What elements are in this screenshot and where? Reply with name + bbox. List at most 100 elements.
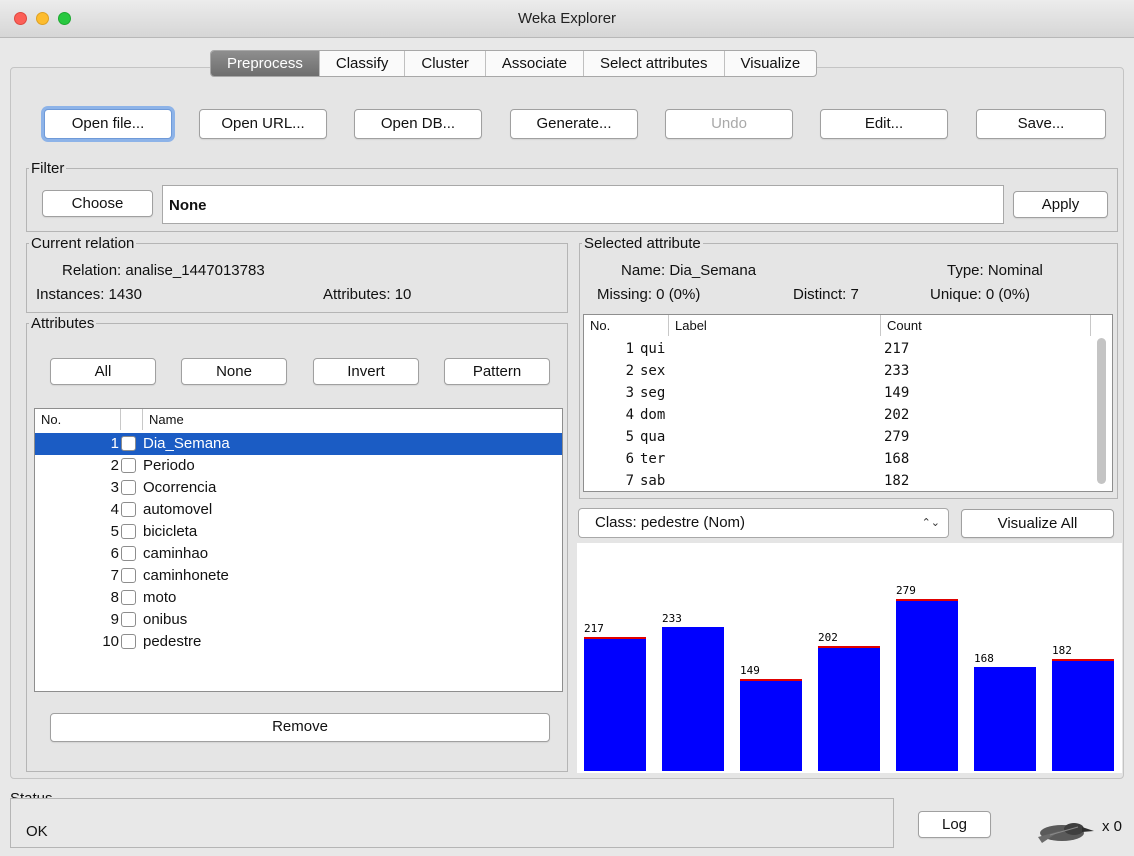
- histogram-bar-class-segment: [1052, 659, 1114, 661]
- attribute-checkbox[interactable]: [121, 634, 136, 649]
- attribute-row[interactable]: 7 caminhonete: [35, 565, 562, 587]
- attribute-row[interactable]: 4 automovel: [35, 499, 562, 521]
- value-row[interactable]: 1 qui 217: [584, 338, 1094, 360]
- attribute-checkbox[interactable]: [121, 458, 136, 473]
- open-db-button[interactable]: Open DB...: [354, 109, 482, 139]
- value-row[interactable]: 3 seg 149: [584, 382, 1094, 404]
- apply-filter-button[interactable]: Apply: [1013, 191, 1108, 218]
- attribute-name: pedestre: [143, 633, 202, 650]
- attribute-checkbox[interactable]: [121, 436, 136, 451]
- attribute-checkbox[interactable]: [121, 524, 136, 539]
- value-label: sex: [640, 363, 666, 379]
- class-select-value: Class: pedestre (Nom): [595, 514, 746, 531]
- histogram-bar[interactable]: [584, 637, 646, 771]
- attribute-row[interactable]: 2 Periodo: [35, 455, 562, 477]
- tab-cluster[interactable]: Cluster: [405, 51, 486, 76]
- visualize-all-button[interactable]: Visualize All: [961, 509, 1114, 538]
- attribute-histogram[interactable]: 217 233 149 202 279 168 182: [577, 543, 1122, 773]
- value-row[interactable]: 6 ter 168: [584, 448, 1094, 470]
- class-select[interactable]: Class: pedestre (Nom) ⌃⌄: [578, 508, 949, 538]
- task-count: x 0: [1102, 818, 1123, 835]
- remove-button[interactable]: Remove: [50, 713, 550, 742]
- attribute-row[interactable]: 9 onibus: [35, 609, 562, 631]
- attribute-name: moto: [143, 589, 177, 606]
- attribute-checkbox[interactable]: [121, 590, 136, 605]
- edit-button[interactable]: Edit...: [820, 109, 948, 139]
- attribute-number: 9: [110, 611, 119, 628]
- attribute-number: 2: [110, 457, 119, 474]
- tab-visualize[interactable]: Visualize: [725, 51, 817, 76]
- invert-selection-button[interactable]: Invert: [313, 358, 419, 385]
- attribute-name: bicicleta: [143, 523, 198, 540]
- attribute-row[interactable]: 10 pedestre: [35, 631, 562, 653]
- attribute-checkbox[interactable]: [121, 502, 136, 517]
- value-label: sab: [640, 473, 666, 489]
- tab-classify[interactable]: Classify: [320, 51, 406, 76]
- attribute-checkbox[interactable]: [121, 480, 136, 495]
- attribute-name: caminhonete: [143, 567, 229, 584]
- tab-associate[interactable]: Associate: [486, 51, 584, 76]
- attribute-row[interactable]: 8 moto: [35, 587, 562, 609]
- value-label: seg: [640, 385, 666, 401]
- column-header-no[interactable]: No.: [35, 409, 121, 430]
- log-button[interactable]: Log: [918, 811, 991, 838]
- column-header-name[interactable]: Name: [143, 409, 562, 430]
- attributes-legend: Attributes: [31, 315, 95, 332]
- attribute-name: caminhao: [143, 545, 209, 562]
- selected-attribute-unique: Unique: 0 (0%): [930, 286, 1031, 303]
- save-button[interactable]: Save...: [976, 109, 1106, 139]
- value-count: 149: [884, 385, 910, 401]
- attribute-row[interactable]: 5 bicicleta: [35, 521, 562, 543]
- attribute-row[interactable]: 6 caminhao: [35, 543, 562, 565]
- value-row[interactable]: 5 qua 279: [584, 426, 1094, 448]
- select-none-button[interactable]: None: [181, 358, 287, 385]
- value-label: qui: [640, 341, 666, 357]
- minimize-window-button[interactable]: [36, 12, 49, 25]
- attribute-checkbox[interactable]: [121, 568, 136, 583]
- attribute-checkbox[interactable]: [121, 546, 136, 561]
- open-url-button[interactable]: Open URL...: [199, 109, 327, 139]
- histogram-bar[interactable]: [974, 667, 1036, 771]
- histogram-bar[interactable]: [818, 646, 880, 771]
- value-row[interactable]: 2 sex 233: [584, 360, 1094, 382]
- histogram-bar[interactable]: [896, 599, 958, 771]
- column-header-label[interactable]: Label: [669, 315, 881, 336]
- value-row[interactable]: 4 dom 202: [584, 404, 1094, 426]
- zoom-window-button[interactable]: [58, 12, 71, 25]
- generate-button[interactable]: Generate...: [510, 109, 638, 139]
- attribute-name: Periodo: [143, 457, 195, 474]
- histogram-bar[interactable]: [740, 679, 802, 771]
- value-row[interactable]: 7 sab 182: [584, 470, 1094, 492]
- values-scrollbar[interactable]: [1097, 338, 1106, 484]
- column-header-check[interactable]: [121, 409, 143, 430]
- attribute-number: 3: [110, 479, 119, 496]
- window-titlebar: Weka Explorer: [0, 0, 1134, 38]
- histogram-bar[interactable]: [1052, 659, 1114, 771]
- histogram-bar-label: 233: [662, 612, 682, 625]
- attribute-number: 5: [110, 523, 119, 540]
- attribute-row[interactable]: 3 Ocorrencia: [35, 477, 562, 499]
- status-text: OK: [26, 823, 48, 840]
- attribute-checkbox[interactable]: [121, 612, 136, 627]
- choose-filter-button[interactable]: Choose: [42, 190, 153, 217]
- undo-button[interactable]: Undo: [665, 109, 793, 139]
- open-file-button[interactable]: Open file...: [44, 109, 172, 139]
- histogram-bar-label: 182: [1052, 644, 1072, 657]
- attribute-row[interactable]: 1 Dia_Semana: [35, 433, 562, 455]
- select-all-button[interactable]: All: [50, 358, 156, 385]
- attribute-number: 1: [110, 435, 119, 452]
- select-arrows-icon: ⌃⌄: [921, 517, 940, 529]
- selected-attribute-name: Name: Dia_Semana: [621, 262, 757, 279]
- status-box: [10, 798, 894, 848]
- filter-field[interactable]: None: [162, 185, 1004, 224]
- column-header-count[interactable]: Count: [881, 315, 1091, 336]
- weka-bird-icon[interactable]: [1030, 813, 1096, 849]
- close-window-button[interactable]: [14, 12, 27, 25]
- histogram-bar[interactable]: [662, 627, 724, 771]
- pattern-button[interactable]: Pattern: [444, 358, 550, 385]
- current-relation-legend: Current relation: [31, 235, 135, 252]
- tab-select-attributes[interactable]: Select attributes: [584, 51, 725, 76]
- tab-preprocess[interactable]: Preprocess: [211, 51, 320, 76]
- column-header-value-no[interactable]: No.: [584, 315, 669, 336]
- attribute-number: 4: [110, 501, 119, 518]
